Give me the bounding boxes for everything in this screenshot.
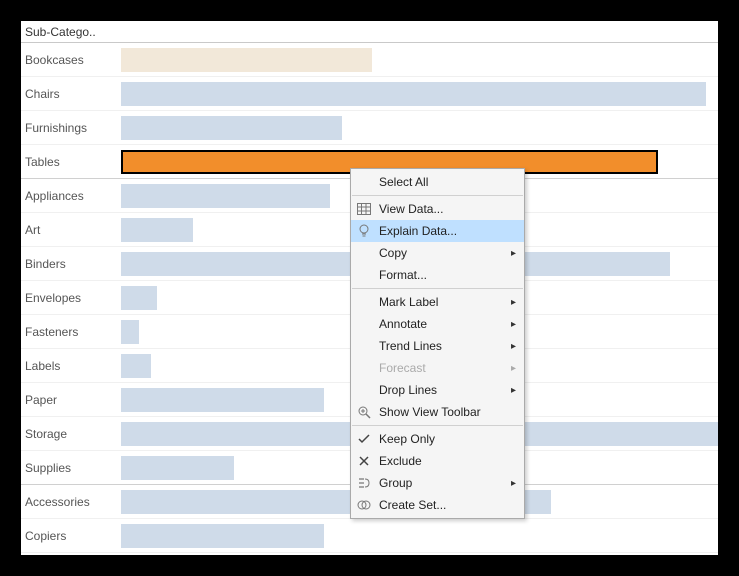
row-label[interactable]: Furnishings <box>21 121 121 135</box>
menu-item-label: Format... <box>379 268 516 282</box>
menu-item[interactable]: Explain Data... <box>351 220 524 242</box>
bar[interactable] <box>121 218 193 242</box>
row-label[interactable]: Tables <box>21 155 121 169</box>
bar[interactable] <box>121 286 157 310</box>
bulb-icon <box>355 223 373 239</box>
bar[interactable] <box>121 48 372 72</box>
table-icon <box>355 201 373 217</box>
row-label[interactable]: Chairs <box>21 87 121 101</box>
bar[interactable] <box>121 354 151 378</box>
row-label[interactable]: Binders <box>21 257 121 271</box>
bar-cell <box>121 77 718 110</box>
check-icon <box>355 431 373 447</box>
context-menu: Select All View Data... Explain Data... Cop… <box>350 168 525 519</box>
bar-cell <box>121 519 718 552</box>
column-header-subcategory[interactable]: Sub-Catego.. <box>21 25 121 39</box>
menu-item-label: Annotate <box>379 317 506 331</box>
row-label[interactable]: Appliances <box>21 189 121 203</box>
menu-item-label: Explain Data... <box>379 224 516 238</box>
table-row: Copiers <box>21 519 718 553</box>
menu-item-label: Forecast <box>379 361 506 375</box>
set-icon <box>355 497 373 513</box>
menu-item[interactable]: Drop Lines▸ <box>351 379 524 401</box>
submenu-arrow-icon: ▸ <box>506 478 516 489</box>
submenu-arrow-icon: ▸ <box>506 385 516 396</box>
table-row: Furnishings <box>21 111 718 145</box>
blank-icon <box>355 174 373 190</box>
menu-item[interactable]: Keep Only <box>351 428 524 450</box>
bar[interactable] <box>121 388 324 412</box>
menu-item-label: Trend Lines <box>379 339 506 353</box>
blank-icon <box>355 316 373 332</box>
bar[interactable] <box>121 456 234 480</box>
blank-icon <box>355 338 373 354</box>
row-label[interactable]: Copiers <box>21 529 121 543</box>
zoom-icon <box>355 404 373 420</box>
group-icon <box>355 475 373 491</box>
submenu-arrow-icon: ▸ <box>506 248 516 259</box>
menu-separator <box>352 195 523 196</box>
menu-item-label: View Data... <box>379 202 516 216</box>
menu-separator <box>352 288 523 289</box>
menu-item-label: Mark Label <box>379 295 506 309</box>
menu-item-label: Exclude <box>379 454 516 468</box>
blank-icon <box>355 382 373 398</box>
blank-icon <box>355 267 373 283</box>
bar-cell <box>121 43 718 76</box>
menu-item-label: Copy <box>379 246 506 260</box>
blank-icon <box>355 245 373 261</box>
row-label[interactable]: Supplies <box>21 461 121 475</box>
menu-item-label: Show View Toolbar <box>379 405 516 419</box>
submenu-arrow-icon: ▸ <box>506 363 516 374</box>
menu-item[interactable]: Group▸ <box>351 472 524 494</box>
menu-item-label: Group <box>379 476 506 490</box>
row-label[interactable]: Fasteners <box>21 325 121 339</box>
menu-item[interactable]: Copy▸ <box>351 242 524 264</box>
menu-item[interactable]: Annotate▸ <box>351 313 524 335</box>
menu-item[interactable]: Trend Lines▸ <box>351 335 524 357</box>
table-row: Bookcases <box>21 43 718 77</box>
blank-icon <box>355 360 373 376</box>
row-label[interactable]: Art <box>21 223 121 237</box>
submenu-arrow-icon: ▸ <box>506 297 516 308</box>
submenu-arrow-icon: ▸ <box>506 319 516 330</box>
bar[interactable] <box>121 116 342 140</box>
menu-item[interactable]: View Data... <box>351 198 524 220</box>
menu-item[interactable]: Select All <box>351 171 524 193</box>
row-label[interactable]: Labels <box>21 359 121 373</box>
bar-cell <box>121 111 718 144</box>
row-label[interactable]: Accessories <box>21 495 121 509</box>
menu-item: Forecast▸ <box>351 357 524 379</box>
x-icon <box>355 453 373 469</box>
submenu-arrow-icon: ▸ <box>506 341 516 352</box>
menu-item[interactable]: Format... <box>351 264 524 286</box>
menu-item-label: Drop Lines <box>379 383 506 397</box>
row-label[interactable]: Envelopes <box>21 291 121 305</box>
column-header-row: Sub-Catego.. <box>21 21 718 43</box>
table-row: Chairs <box>21 77 718 111</box>
bar[interactable] <box>121 82 706 106</box>
menu-item-label: Select All <box>379 175 516 189</box>
bar[interactable] <box>121 320 139 344</box>
bar[interactable] <box>121 524 324 548</box>
menu-separator <box>352 425 523 426</box>
row-label[interactable]: Paper <box>21 393 121 407</box>
menu-item[interactable]: Show View Toolbar <box>351 401 524 423</box>
row-label[interactable]: Storage <box>21 427 121 441</box>
blank-icon <box>355 294 373 310</box>
menu-item-label: Create Set... <box>379 498 516 512</box>
row-label[interactable]: Bookcases <box>21 53 121 67</box>
menu-item[interactable]: Mark Label▸ <box>351 291 524 313</box>
bar[interactable] <box>121 184 330 208</box>
menu-item-label: Keep Only <box>379 432 516 446</box>
menu-item[interactable]: Create Set... <box>351 494 524 516</box>
menu-item[interactable]: Exclude <box>351 450 524 472</box>
